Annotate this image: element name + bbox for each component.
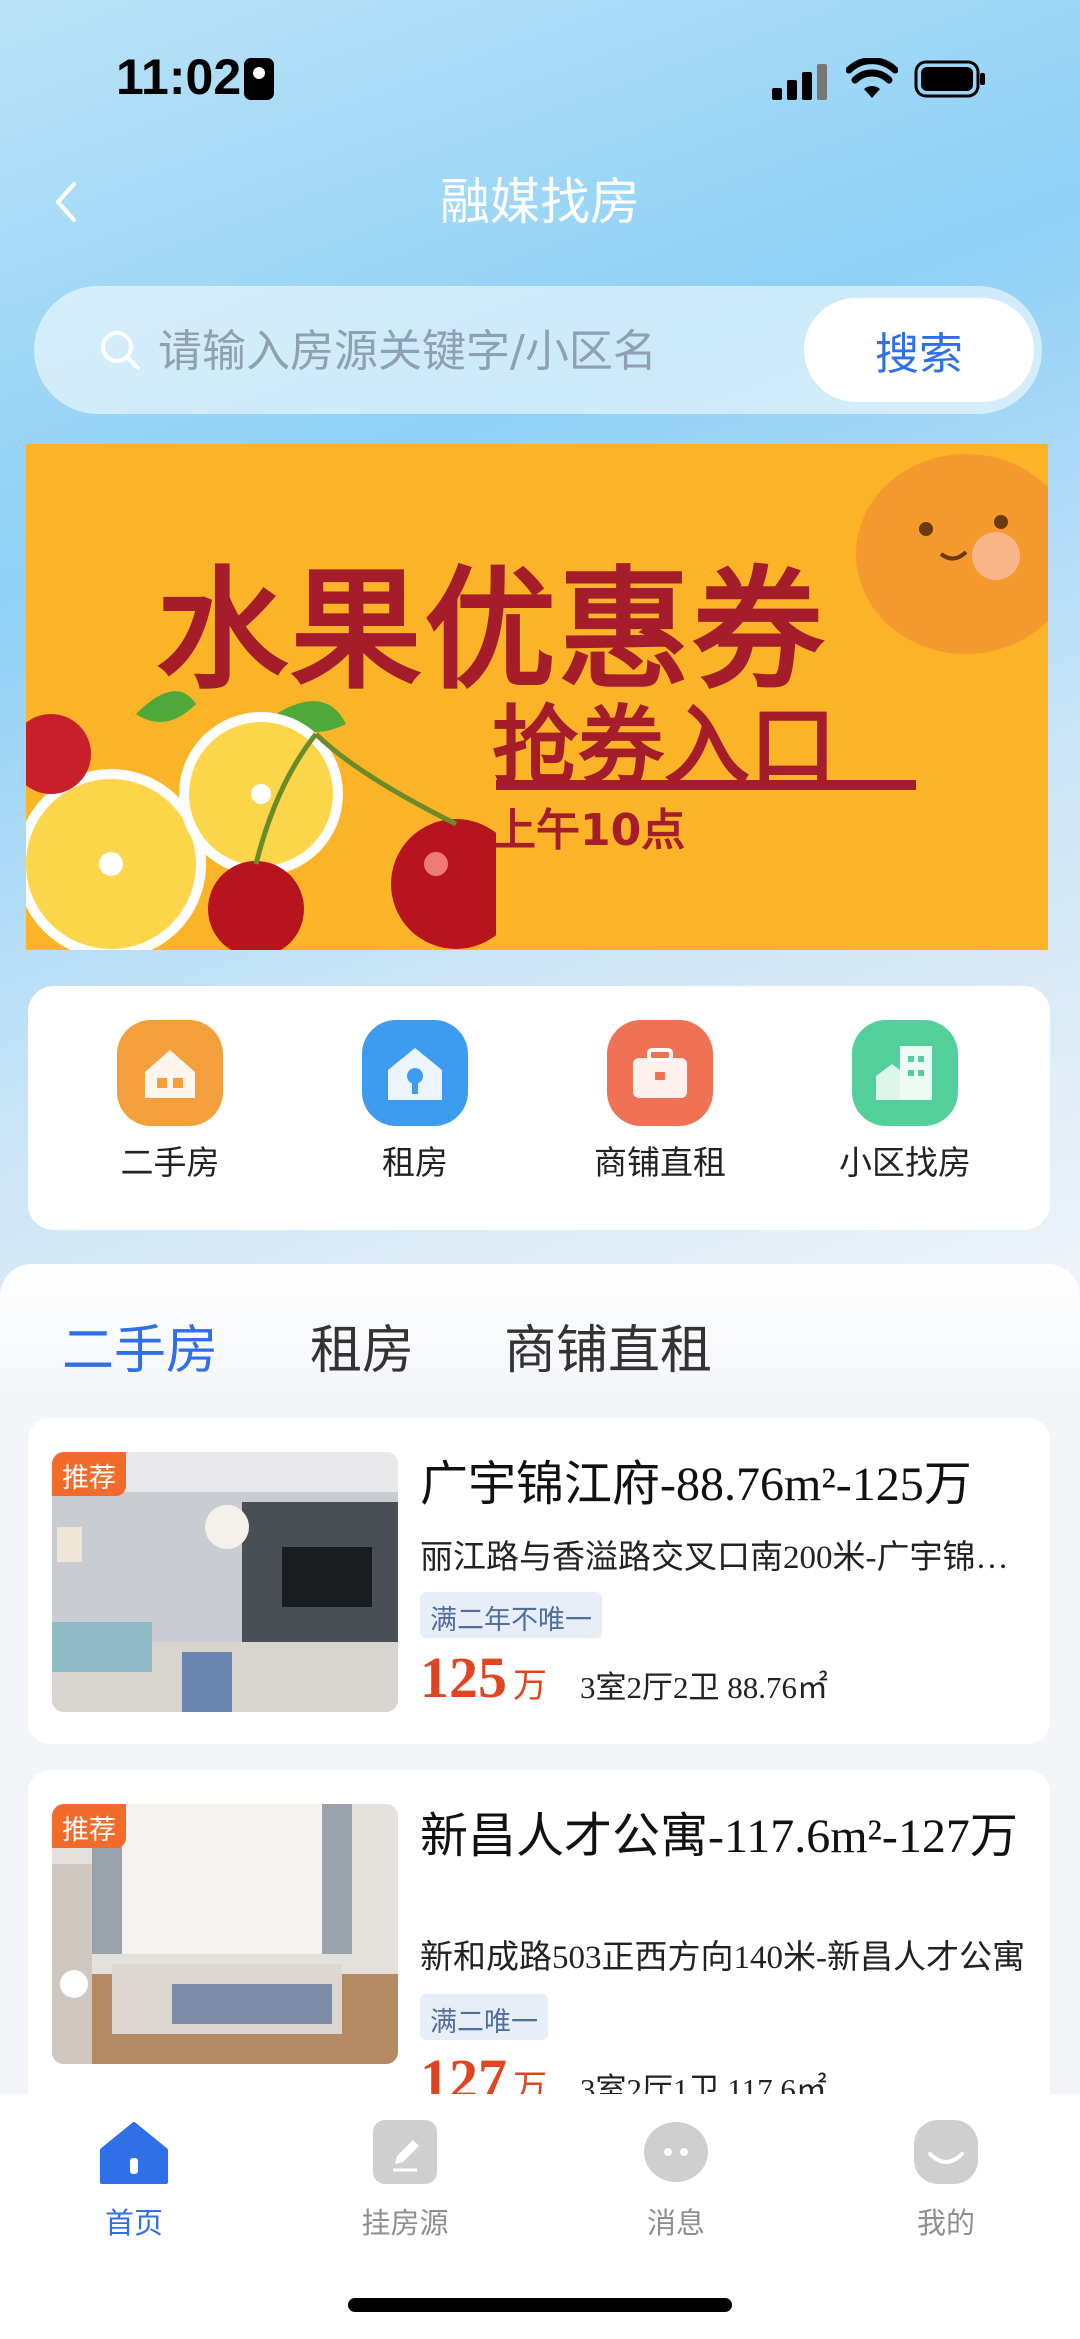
briefcase-icon	[607, 1020, 713, 1126]
building-icon	[852, 1020, 958, 1126]
nav-messages[interactable]: 消息	[576, 2120, 776, 2250]
page-title: 融媒找房	[440, 173, 640, 231]
search-input[interactable]	[158, 316, 718, 386]
banner-time: 上午10点	[492, 805, 686, 856]
price-value: 125	[420, 1645, 507, 1710]
id-card-icon	[244, 58, 274, 100]
recommend-badge: 推荐	[52, 1804, 126, 1848]
quick-entry-label: 商铺直租	[594, 1143, 726, 1182]
quick-entry-card: 二手房 租房 商铺直租 小区找房	[28, 986, 1050, 1230]
listing-layout: 3室2厅2卫 88.76㎡	[580, 1670, 828, 1705]
wifi-icon	[846, 58, 898, 98]
listing-price: 125 万	[420, 1644, 547, 1711]
orange-mascot-icon	[856, 454, 1048, 654]
quick-entry-community[interactable]: 小区找房	[805, 1020, 1005, 1200]
price-unit: 万	[513, 1668, 547, 1705]
signal-icon	[772, 62, 828, 100]
home-icon	[100, 2122, 168, 2184]
recommend-badge: 推荐	[52, 1452, 126, 1496]
quick-entry-secondhand[interactable]: 二手房	[70, 1020, 270, 1200]
listing-tag: 满二唯一	[420, 1994, 548, 2040]
nav-home[interactable]: 首页	[34, 2120, 234, 2250]
listing-photo: 推荐	[52, 1804, 398, 2064]
listing-address: 新和成路503正西方向140米-新昌人才公寓	[420, 1940, 1025, 1976]
search-button[interactable]: 搜索	[804, 298, 1034, 402]
fruit-illustration	[26, 691, 496, 950]
search-bar: 搜索	[34, 286, 1042, 414]
quick-entry-label: 小区找房	[839, 1143, 971, 1182]
listing-title: 新昌人才公寓-117.6m²-127万	[420, 1810, 1018, 1863]
listing-tag: 满二年不唯一	[420, 1592, 602, 1638]
quick-entry-label: 租房	[382, 1143, 448, 1182]
nav-profile[interactable]: 我的	[846, 2120, 1046, 2250]
listing-address: 丽江路与香溢路交叉口南200米-广宇锦江府	[420, 1540, 1030, 1576]
promo-banner[interactable]: 水果优惠券 抢券入口 上午10点	[26, 444, 1048, 950]
tab-rent[interactable]: 租房	[310, 1308, 414, 1383]
nav-label: 消息	[646, 2206, 705, 2240]
nav-label: 我的	[916, 2206, 975, 2240]
nav-label: 首页	[104, 2206, 163, 2240]
navigation-bar: 融媒找房	[0, 150, 1080, 260]
message-icon	[644, 2122, 708, 2182]
house-icon	[117, 1020, 223, 1126]
key-house-icon	[362, 1020, 468, 1126]
listing-tabs: 二手房 租房 商铺直租	[0, 1264, 1080, 1414]
edit-icon	[373, 2120, 437, 2184]
battery-icon	[914, 60, 985, 98]
quick-entry-rent[interactable]: 租房	[315, 1020, 515, 1200]
search-icon	[101, 331, 140, 370]
quick-entry-label: 二手房	[120, 1143, 220, 1182]
tab-shop-rent[interactable]: 商铺直租	[504, 1308, 712, 1383]
status-time: 11:02	[116, 49, 242, 105]
listing-card[interactable]: 推荐 新昌人才公寓-117.6m²-127万 新和成路503正西方向140米-新…	[28, 1770, 1050, 2150]
status-bar: 11:02	[0, 0, 1080, 150]
listing-title: 广宇锦江府-88.76m²-125万	[420, 1458, 972, 1511]
profile-icon	[914, 2120, 978, 2184]
tab-secondhand[interactable]: 二手房	[62, 1308, 218, 1383]
listing-photo: 推荐	[52, 1452, 398, 1712]
nav-post-listing[interactable]: 挂房源	[305, 2120, 505, 2250]
quick-entry-shop-rent[interactable]: 商铺直租	[560, 1020, 760, 1200]
nav-label: 挂房源	[361, 2206, 449, 2240]
home-indicator	[348, 2298, 732, 2312]
listing-card[interactable]: 推荐 广宇锦江府-88.76m²-125万 丽江路与香溢路交叉口南200米-广宇…	[28, 1418, 1050, 1744]
banner-underline	[496, 780, 916, 790]
